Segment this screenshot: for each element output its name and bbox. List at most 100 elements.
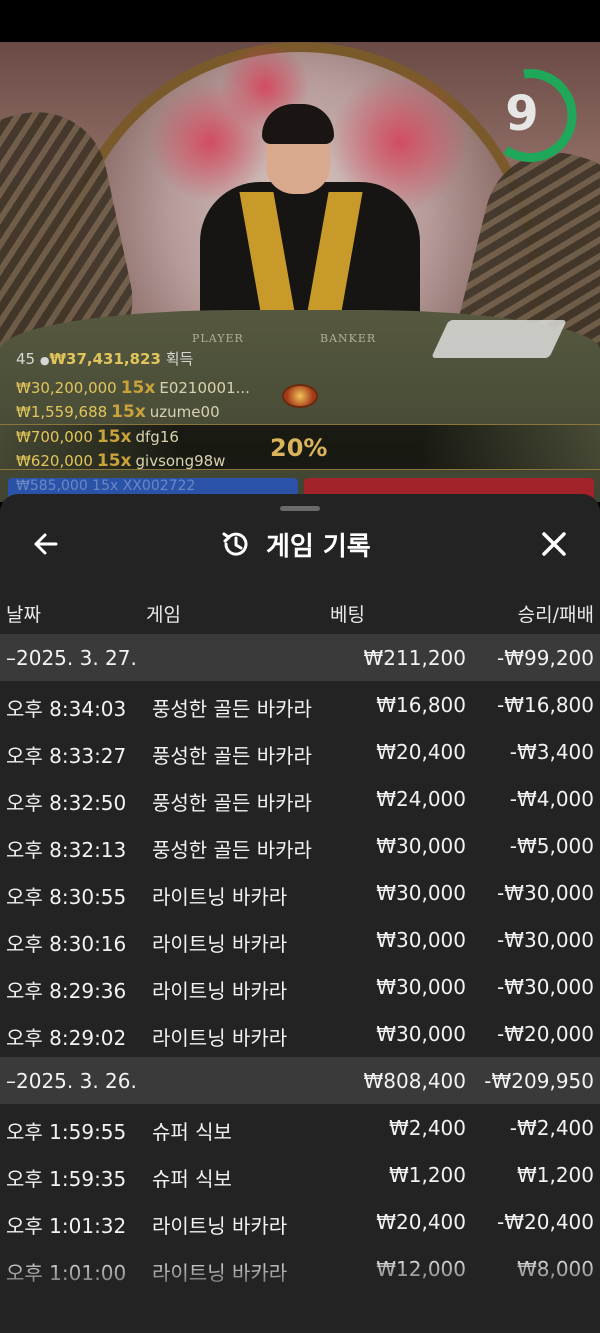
chip-icon — [282, 384, 318, 408]
row-game: 풍성한 골든 바카라 — [152, 744, 312, 768]
winner-multiplier: 15x — [111, 402, 146, 422]
winner-multiplier: 15x — [120, 378, 156, 398]
history-row: 오후 1:01:32 라이트닝 바카라 ₩20,400 -₩20,400 — [0, 1198, 600, 1245]
row-game: 라이트닝 바카라 — [152, 1026, 288, 1050]
date-group-result-total: -₩99,200 — [497, 646, 594, 670]
countdown-timer: 9 — [505, 86, 539, 142]
row-bet: ₩20,400 — [376, 740, 466, 764]
player-count: 45 — [16, 350, 36, 368]
row-game: 슈퍼 식보 — [152, 1167, 232, 1191]
total-winnings: ₩37,431,823 — [49, 350, 161, 368]
row-time: 오후 8:33:27 — [6, 744, 127, 768]
date-group-bet-total: ₩211,200 — [363, 646, 466, 670]
card-shoe — [431, 320, 567, 358]
column-header-result: 승리/패배 — [517, 604, 594, 626]
row-game: 슈퍼 식보 — [152, 1120, 232, 1144]
date-group-label: –2025. 3. 26. — [6, 1069, 137, 1093]
sheet-title-group: 게임 기록 — [220, 524, 371, 564]
winner-amount: ₩620,000 — [16, 452, 93, 470]
row-time: 오후 1:59:55 — [6, 1120, 127, 1144]
winner-multiplier: 15x — [96, 427, 132, 447]
history-row: 오후 8:29:02 라이트닝 바카라 ₩30,000 -₩20,000 — [0, 1010, 600, 1057]
history-row: 오후 8:32:13 풍성한 골든 바카라 ₩30,000 -₩5,000 — [0, 822, 600, 869]
row-time: 오후 8:32:13 — [6, 838, 127, 862]
win-stats: 45 ●₩37,431,823 획득 — [16, 348, 193, 369]
bet-strip-text: ₩585,000 15x XX002722 — [16, 478, 196, 494]
winner-amount: ₩700,000 — [16, 428, 93, 446]
row-result: -₩5,000 — [509, 834, 594, 858]
date-group-row[interactable]: –2025. 3. 27. ₩211,200 -₩99,200 — [0, 634, 600, 681]
row-game: 라이트닝 바카라 — [152, 1214, 288, 1238]
row-bet: ₩16,800 — [376, 693, 466, 717]
row-game: 풍성한 골든 바카라 — [152, 838, 312, 862]
row-time: 오후 8:30:55 — [6, 885, 127, 909]
row-game: 풍성한 골든 바카라 — [152, 791, 312, 815]
back-button[interactable] — [28, 526, 64, 562]
scroll-fade — [0, 1254, 600, 1333]
date-group-label: –2025. 3. 27. — [6, 646, 137, 670]
history-row: 오후 1:59:35 슈퍼 식보 ₩1,200 ₩1,200 — [0, 1151, 600, 1198]
row-bet: ₩30,000 — [376, 834, 466, 858]
history-row: 오후 1:59:55 슈퍼 식보 ₩2,400 -₩2,400 — [0, 1104, 600, 1151]
live-video: PLAYER BANKER 9 45 ●₩37,431,823 획득 ₩30,2… — [0, 42, 600, 502]
row-result: -₩30,000 — [497, 881, 594, 905]
sheet-title: 게임 기록 — [266, 531, 371, 562]
row-result: -₩20,400 — [497, 1210, 594, 1234]
date-group-result-total: -₩209,950 — [484, 1069, 594, 1093]
felt-label-player: PLAYER — [192, 332, 244, 345]
row-time: 오후 8:34:03 — [6, 697, 127, 721]
felt-label-banker: BANKER — [320, 332, 377, 345]
column-header-bet: 베팅 — [330, 604, 365, 626]
column-header-date: 날짜 — [6, 604, 41, 626]
history-row: 오후 8:29:36 라이트닝 바카라 ₩30,000 -₩30,000 — [0, 963, 600, 1010]
drag-handle[interactable] — [280, 506, 320, 511]
row-time: 오후 1:01:32 — [6, 1214, 127, 1238]
row-result: -₩2,400 — [509, 1116, 594, 1140]
winner-amount: ₩1,559,688 — [16, 403, 108, 421]
row-bet: ₩30,000 — [376, 928, 466, 952]
row-bet: ₩30,000 — [376, 1022, 466, 1046]
row-game: 라이트닝 바카라 — [152, 979, 288, 1003]
row-bet: ₩20,400 — [376, 1210, 466, 1234]
winner-amount: ₩30,200,000 — [16, 379, 117, 397]
row-result: -₩30,000 — [497, 975, 594, 999]
percent-badge: 20% — [270, 434, 328, 462]
winnings-label: 획득 — [165, 350, 194, 368]
row-result: -₩4,000 — [509, 787, 594, 811]
row-game: 풍성한 골든 바카라 — [152, 697, 312, 721]
close-icon — [542, 532, 566, 556]
row-game: 라이트닝 바카라 — [152, 885, 288, 909]
winner-name: givsong98w — [135, 452, 226, 470]
row-result: -₩30,000 — [497, 928, 594, 952]
history-row: 오후 8:34:03 풍성한 골든 바카라 ₩16,800 -₩16,800 — [0, 681, 600, 728]
history-row: 오후 8:30:55 라이트닝 바카라 ₩30,000 -₩30,000 — [0, 869, 600, 916]
winner-row: ₩30,200,000 15x E0210001... — [16, 378, 250, 398]
row-bet: ₩2,400 — [388, 1116, 466, 1140]
row-result: -₩3,400 — [509, 740, 594, 764]
winner-row: ₩620,000 15x givsong98w — [16, 451, 225, 471]
row-time: 오후 8:30:16 — [6, 932, 127, 956]
status-bar — [0, 0, 600, 42]
history-table: –2025. 3. 27. ₩211,200 -₩99,200 오후 8:34:03 풍… — [0, 634, 600, 1292]
arrow-left-icon — [34, 533, 58, 555]
row-result: -₩16,800 — [497, 693, 594, 717]
winner-name: uzume00 — [149, 403, 220, 421]
winner-row: ₩700,000 15x dfg16 — [16, 427, 179, 447]
winner-name: E0210001... — [159, 379, 250, 397]
row-time: 오후 1:59:35 — [6, 1167, 127, 1191]
row-time: 오후 8:29:36 — [6, 979, 127, 1003]
close-button[interactable] — [536, 526, 572, 562]
sheet-header: 게임 기록 — [0, 514, 600, 574]
winner-multiplier: 15x — [96, 451, 132, 471]
history-row: 오후 8:32:50 풍성한 골든 바카라 ₩24,000 -₩4,000 — [0, 775, 600, 822]
row-bet: ₩1,200 — [388, 1163, 466, 1187]
row-time: 오후 8:32:50 — [6, 791, 127, 815]
history-row: 오후 8:33:27 풍성한 골든 바카라 ₩20,400 -₩3,400 — [0, 728, 600, 775]
row-game: 라이트닝 바카라 — [152, 932, 288, 956]
date-group-row[interactable]: –2025. 3. 26. ₩808,400 -₩209,950 — [0, 1057, 600, 1104]
row-bet: ₩30,000 — [376, 975, 466, 999]
winner-name: dfg16 — [135, 428, 179, 446]
row-result: ₩1,200 — [516, 1163, 594, 1187]
game-history-sheet: 게임 기록 날짜 게임 베팅 승리/패배 –2025. 3. 27. ₩211,2… — [0, 494, 600, 1333]
winner-row: ₩1,559,688 15x uzume00 — [16, 402, 220, 422]
